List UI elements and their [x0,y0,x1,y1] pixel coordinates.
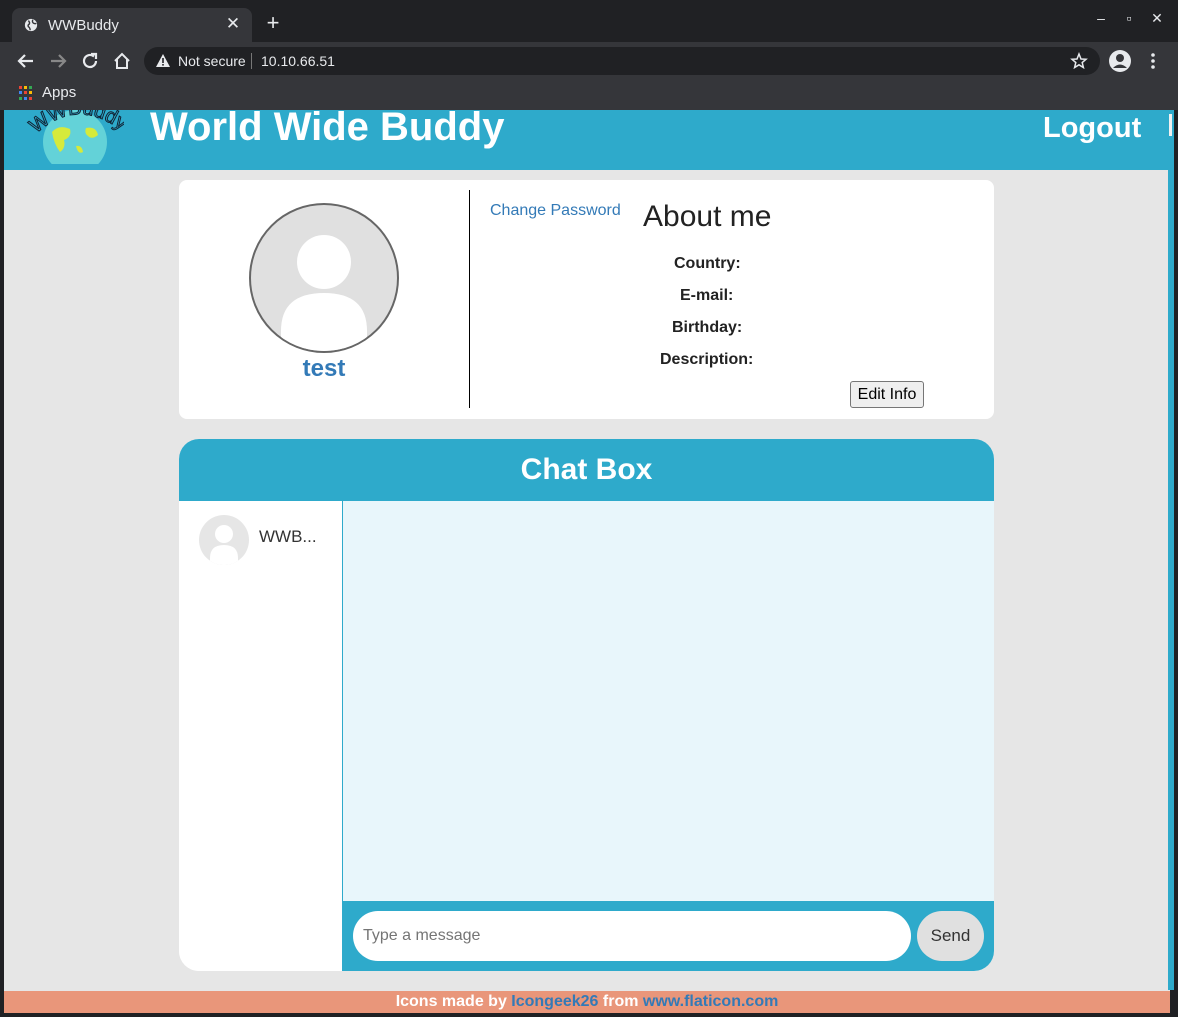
contact-name: WWB... [259,527,317,546]
bookmark-star-icon[interactable] [1070,52,1088,70]
chat-header: Chat Box [179,439,994,501]
wwbuddy-logo[interactable]: WWBuddy [26,110,124,164]
address-bar[interactable]: Not secure 10.10.66.51 [144,47,1100,75]
contact-item[interactable]: WWB... [179,515,342,565]
compose-bar: Send [342,901,994,971]
logout-link[interactable]: Logout [1043,112,1141,145]
browser-tab[interactable]: WWBuddy ✕ [12,8,252,42]
change-password-link[interactable]: Change Password [490,202,621,220]
message-input[interactable] [353,911,911,961]
apps-grid-icon[interactable] [19,86,33,100]
message-area [342,501,994,901]
description-label: Description: [660,351,754,368]
browser-window: WWBuddy ✕ + – ▫ ✕ Not secure 10.10.66.51… [0,0,1178,1017]
profile-divider [469,190,470,408]
maximize-icon[interactable]: ▫ [1119,10,1139,26]
browser-menu-icon[interactable] [1144,50,1162,72]
user-silhouette-icon [281,235,367,351]
email-label: E-mail: [680,287,734,304]
page-viewport: WWBuddy World Wide Buddy Logout test Cha… [4,110,1170,1013]
window-close-icon[interactable]: ✕ [1147,10,1167,27]
about-me-heading: About me [643,200,772,233]
send-button[interactable]: Send [917,911,984,961]
forward-arrow-icon[interactable] [47,50,69,72]
site-header: WWBuddy World Wide Buddy Logout [4,110,1170,170]
user-silhouette-icon [210,525,238,565]
tab-title: WWBuddy [48,17,119,34]
warning-icon[interactable] [155,53,171,69]
icon-author-link[interactable]: Icongeek26 [511,993,598,1010]
page-scrollbar[interactable] [1168,110,1174,990]
contact-list: WWB... [179,501,342,971]
footer-credits: Icons made by Icongeek26 from www.flatic… [4,991,1170,1013]
chat-box: Chat Box WWB... Send [179,439,994,971]
tab-strip: WWBuddy ✕ + – ▫ ✕ [0,0,1178,42]
birthday-label: Birthday: [672,319,743,336]
browser-toolbar: Not secure 10.10.66.51 [0,42,1178,80]
profile-avatar [249,203,399,353]
scrollbar-thumb[interactable] [1169,114,1172,136]
country-label: Country: [674,255,741,272]
tab-close-icon[interactable]: ✕ [224,14,242,34]
reload-icon[interactable] [79,50,101,72]
edit-info-button[interactable]: Edit Info [850,381,924,408]
footer-prefix: Icons made by [395,993,512,1010]
footer-middle: from [598,993,643,1010]
home-icon[interactable] [111,50,133,72]
security-label[interactable]: Not secure [178,53,246,69]
new-tab-icon[interactable]: + [262,12,284,34]
site-title: World Wide Buddy [150,110,505,149]
chat-title: Chat Box [520,453,653,486]
bookmarks-bar: Apps [0,80,1178,110]
profile-avatar-icon[interactable] [1108,49,1132,73]
contact-avatar [199,515,249,565]
profile-username: test [302,355,346,382]
minimize-icon[interactable]: – [1091,10,1111,26]
omnibox-divider [251,53,252,69]
flaticon-link[interactable]: www.flaticon.com [643,993,778,1010]
profile-card: test Change Password About me Country: E… [179,180,994,419]
back-arrow-icon[interactable] [15,50,37,72]
url-text[interactable]: 10.10.66.51 [261,53,335,69]
bookmark-apps[interactable]: Apps [42,84,76,101]
globe-icon [24,18,38,32]
